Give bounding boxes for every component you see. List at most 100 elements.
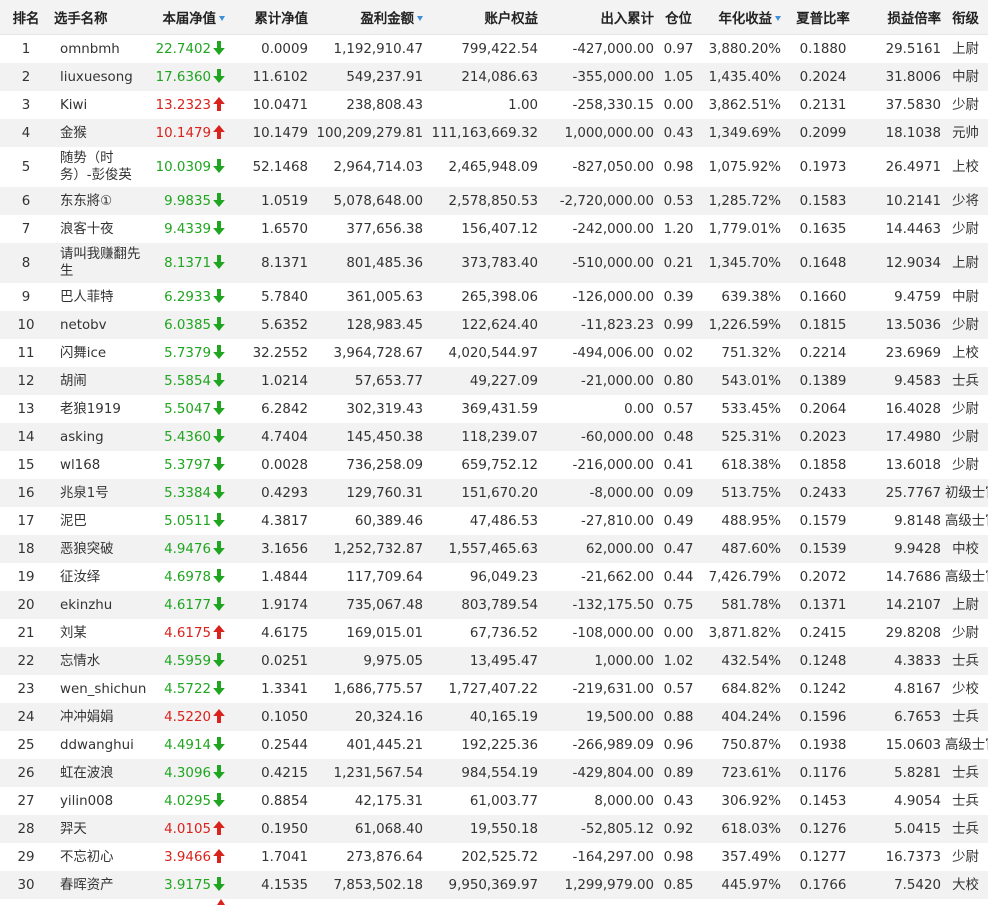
table-row[interactable]: 1omnbmh22.74020.00091,192,910.47799,422.…: [0, 35, 988, 64]
player-name-cell[interactable]: omnbmh: [52, 35, 147, 64]
col-header-position[interactable]: 仓位: [656, 0, 701, 35]
week-nav-cell: 10.0309: [147, 147, 227, 187]
table-row[interactable]: 7浪客十夜9.43391.6570377,656.38156,407.12-24…: [0, 215, 988, 243]
col-header-week-nav[interactable]: 本届净值: [147, 0, 227, 35]
col-header-equity[interactable]: 账户权益: [425, 0, 540, 35]
week-nav-cell: 10.1479: [147, 119, 227, 147]
annual-return-cell: 1,349.69%: [701, 119, 783, 147]
player-name-cell[interactable]: 老狼1919: [52, 395, 147, 423]
player-name-cell[interactable]: 浪客十夜: [52, 215, 147, 243]
table-row[interactable]: 8请叫我赚翻先生8.13718.1371801,485.36373,783.40…: [0, 243, 988, 283]
player-name-cell[interactable]: ekinzhu: [52, 591, 147, 619]
player-name-cell[interactable]: ddwanghui: [52, 731, 147, 759]
player-name-cell[interactable]: 巴人菲特: [52, 283, 147, 311]
player-name-cell[interactable]: wl168: [52, 451, 147, 479]
table-row[interactable]: 23wen_shichun4.57221.33411,686,775.571,7…: [0, 675, 988, 703]
table-row[interactable]: 26虹在波浪4.30960.42151,231,567.54984,554.19…: [0, 759, 988, 787]
table-row[interactable]: 24冲冲娟娟4.52200.105020,324.1640,165.1919,5…: [0, 703, 988, 731]
sort-desc-icon[interactable]: [219, 16, 225, 21]
pl-ratio-cell: 31.8006: [863, 63, 943, 91]
week-nav-value: 4.4914: [164, 738, 211, 753]
table-row[interactable]: 9巴人菲特6.29335.7840361,005.63265,398.06-12…: [0, 283, 988, 311]
player-name-cell[interactable]: 虹在波浪: [52, 759, 147, 787]
week-nav-value: 9.4339: [164, 222, 211, 237]
table-row[interactable]: 20ekinzhu4.61771.9174735,067.48803,789.5…: [0, 591, 988, 619]
col-header-profit[interactable]: 盈利金额: [310, 0, 425, 35]
table-row[interactable]: 6东东將①9.98351.05195,078,648.002,578,850.5…: [0, 187, 988, 215]
annual-return-cell: 543.01%: [701, 367, 783, 395]
player-name-cell[interactable]: 羿天: [52, 815, 147, 843]
table-row[interactable]: 28羿天4.01050.195061,068.4019,550.18-52,80…: [0, 815, 988, 843]
annual-return-cell: 445.97%: [701, 871, 783, 899]
down-arrow-shape: [213, 737, 225, 751]
annual-return-cell: 3,862.51%: [701, 91, 783, 119]
table-row[interactable]: 18恶狼突破4.94763.16561,252,732.871,557,465.…: [0, 535, 988, 563]
table-row[interactable]: 17泥巴5.05114.381760,389.4647,486.53-27,81…: [0, 507, 988, 535]
player-name-cell[interactable]: 闪舞ice: [52, 339, 147, 367]
sort-desc-icon[interactable]: [417, 16, 423, 21]
player-name-cell[interactable]: 忘情水: [52, 647, 147, 675]
col-header-position-label: 仓位: [665, 12, 692, 27]
table-row[interactable]: 15wl1685.37970.0028736,258.09659,752.12-…: [0, 451, 988, 479]
player-name-cell[interactable]: 刘某: [52, 619, 147, 647]
equity-cell: 799,422.54: [425, 35, 540, 64]
player-name-cell[interactable]: 金猴: [52, 119, 147, 147]
table-row[interactable]: 29不忘初心3.94661.7041273,876.64202,525.72-1…: [0, 843, 988, 871]
down-arrow-icon: [213, 255, 225, 269]
rank-title-cell: 士兵: [943, 787, 988, 815]
player-name-cell[interactable]: 征汝绎: [52, 563, 147, 591]
sharpe-cell: 0.1176: [783, 759, 863, 787]
rank-title-cell: 上校: [943, 147, 988, 187]
position-cell: 0.41: [656, 451, 701, 479]
player-name-cell[interactable]: 恶狼突破: [52, 535, 147, 563]
col-header-pl-ratio[interactable]: 损益倍率: [863, 0, 943, 35]
annual-return-cell: 1,779.01%: [701, 215, 783, 243]
col-header-sharpe[interactable]: 夏普比率: [783, 0, 863, 35]
week-nav-value: 4.5722: [164, 682, 211, 697]
table-row[interactable]: 14asking5.43604.7404145,450.38118,239.07…: [0, 423, 988, 451]
table-row[interactable]: 16兆泉1号5.33840.4293129,760.31151,670.20-8…: [0, 479, 988, 507]
table-row[interactable]: 10netobv6.03855.6352128,983.45122,624.40…: [0, 311, 988, 339]
player-name-cell[interactable]: 随势（时务）-彭俊英: [52, 147, 147, 187]
annual-return-cell: 3,871.82%: [701, 619, 783, 647]
down-arrow-icon: [213, 793, 225, 807]
table-row[interactable]: 27yilin0084.02950.885442,175.3161,003.77…: [0, 787, 988, 815]
profit-cell: 302,319.43: [310, 395, 425, 423]
col-header-cum-nav[interactable]: 累计净值: [227, 0, 310, 35]
table-row[interactable]: 21刘某4.61754.6175169,015.0167,736.52-108,…: [0, 619, 988, 647]
equity-cell: 1,727,407.22: [425, 675, 540, 703]
table-row[interactable]: 30春晖资产3.91754.15357,853,502.189,950,369.…: [0, 871, 988, 899]
player-name-cell[interactable]: wen_shichun: [52, 675, 147, 703]
player-name-cell[interactable]: liuxuesong: [52, 63, 147, 91]
sort-desc-icon[interactable]: [775, 16, 781, 21]
player-name-cell[interactable]: 冲冲娟娟: [52, 703, 147, 731]
player-name-cell[interactable]: 胡闹: [52, 367, 147, 395]
player-name-cell[interactable]: 东东將①: [52, 187, 147, 215]
table-row[interactable]: 11闪舞ice5.737932.25523,964,728.674,020,54…: [0, 339, 988, 367]
table-row[interactable]: 19征汝绎4.69781.4844117,709.6496,049.23-21,…: [0, 563, 988, 591]
table-row[interactable]: 13老狼19195.50476.2842302,319.43369,431.59…: [0, 395, 988, 423]
table-row[interactable]: 5随势（时务）-彭俊英10.030952.14682,964,714.032,4…: [0, 147, 988, 187]
player-name-cell[interactable]: 春晖资产: [52, 871, 147, 899]
player-name-cell[interactable]: 兆泉1号: [52, 479, 147, 507]
col-header-name[interactable]: 选手名称: [52, 0, 147, 35]
table-row[interactable]: 12胡闹5.58541.021457,653.7749,227.09-21,00…: [0, 367, 988, 395]
player-name-cell[interactable]: asking: [52, 423, 147, 451]
table-row[interactable]: 22忘情水4.59590.02519,975.0513,495.471,000.…: [0, 647, 988, 675]
player-name-cell[interactable]: Kiwi: [52, 91, 147, 119]
table-row[interactable]: 2liuxuesong17.636011.6102549,237.91214,0…: [0, 63, 988, 91]
col-header-annual[interactable]: 年化收益: [701, 0, 783, 35]
col-header-inout[interactable]: 出入累计: [540, 0, 656, 35]
col-header-title[interactable]: 衔级: [943, 0, 988, 35]
player-name-cell[interactable]: 请叫我赚翻先生: [52, 243, 147, 283]
table-row[interactable]: 25ddwanghui4.49140.2544401,445.21192,225…: [0, 731, 988, 759]
player-name-cell[interactable]: yilin008: [52, 787, 147, 815]
sharpe-cell: 0.2214: [783, 339, 863, 367]
table-row[interactable]: 4金猴10.147910.1479100,209,279.81111,163,6…: [0, 119, 988, 147]
sharpe-cell: 0.2433: [783, 479, 863, 507]
player-name-cell[interactable]: 泥巴: [52, 507, 147, 535]
table-row[interactable]: 3Kiwi13.232310.0471238,808.431.00-258,33…: [0, 91, 988, 119]
player-name-cell[interactable]: 不忘初心: [52, 843, 147, 871]
player-name-cell[interactable]: netobv: [52, 311, 147, 339]
col-header-rank[interactable]: 排名: [0, 0, 52, 35]
